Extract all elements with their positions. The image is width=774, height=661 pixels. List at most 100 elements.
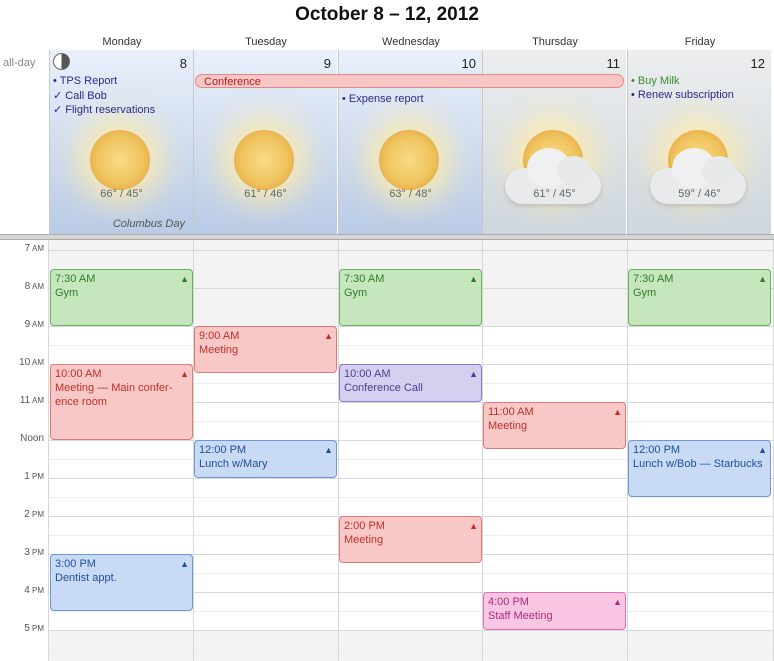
event-time: 2:00 PM: [344, 519, 385, 532]
hour-ampm: PM: [29, 623, 44, 633]
todo-item[interactable]: ✓ Flight reservations: [53, 103, 155, 116]
event-meeting[interactable]: 11:00 AM Meeting ▲: [483, 401, 626, 449]
hour-ampm: PM: [29, 471, 44, 481]
allday-event-conference[interactable]: Conference: [195, 74, 624, 88]
day-name-wednesday: Wednesday: [382, 36, 440, 48]
hour-ampm: PM: [29, 509, 44, 519]
event-time: 3:00 PM: [55, 557, 96, 570]
alarm-bell-icon: ▲: [469, 273, 478, 284]
time-grid[interactable]: 7 AM 8 AM 9 AM 10 AM 11 AM Noon 1 PM 2 PM 3 PM 4 …: [0, 240, 774, 661]
hour-line: [48, 325, 774, 327]
event-gym[interactable]: 7:30 AM Gym ▲: [339, 268, 482, 326]
event-title: Gym: [55, 286, 79, 299]
hour-number: 11: [19, 394, 31, 406]
alarm-bell-icon: ▲: [469, 520, 478, 531]
temperature-label: 59° / 46°: [678, 188, 721, 200]
event-title: Conference Call: [344, 381, 423, 394]
day-name-thursday: Thursday: [532, 36, 578, 48]
event-meeting-main-confer-ence-room[interactable]: 10:00 AM Meeting — Main confer- ence room…: [50, 363, 193, 440]
event-time: 7:30 AM: [344, 272, 385, 285]
todo-item[interactable]: • Renew subscription: [631, 89, 734, 101]
event-meeting[interactable]: 2:00 PM Meeting ▲: [339, 515, 482, 563]
day-cell-monday[interactable]: 8 66° / 45° Columbus Day • TPS Report ✓ Call…: [49, 50, 193, 234]
hour-label: 1 PM: [0, 471, 44, 482]
hour-label: 2 PM: [0, 509, 44, 520]
hour-number: 10: [19, 356, 31, 368]
todo-item[interactable]: • Buy Milk: [631, 75, 679, 87]
hour-ampm: PM: [29, 585, 44, 595]
event-title: Meeting: [344, 533, 384, 546]
sun-icon: [90, 130, 150, 190]
alarm-bell-icon: ▲: [324, 444, 333, 455]
hour-ampm: AM: [30, 395, 44, 405]
hour-label: 3 PM: [0, 547, 44, 558]
sun-icon: [379, 130, 439, 190]
event-title: Meeting: [488, 419, 528, 432]
event-dentist-appt[interactable]: 3:00 PM Dentist appt. ▲: [50, 553, 193, 611]
event-title: Lunch w/Mary: [199, 457, 268, 470]
event-time: 10:00 AM: [344, 367, 391, 380]
alarm-bell-icon: ▲: [180, 368, 189, 379]
temperature-label: 61° / 46°: [244, 188, 287, 200]
temperature-label: 63° / 48°: [389, 188, 432, 200]
event-time: 9:00 AM: [199, 329, 240, 342]
alarm-bell-icon: ▲: [613, 596, 622, 607]
event-conference-call[interactable]: 10:00 AM Conference Call ▲: [339, 363, 482, 402]
day-number: 8: [179, 56, 187, 71]
hour-number: Noon: [20, 432, 44, 444]
todo-item[interactable]: ✓ Call Bob: [53, 89, 107, 102]
event-time: 10:00 AM: [55, 367, 102, 380]
day-number: 9: [323, 56, 331, 71]
hour-label: 8 AM: [0, 281, 44, 292]
temperature-label: 61° / 45°: [533, 188, 576, 200]
event-time: 12:00 PM: [199, 443, 247, 456]
off-hours-evening: [48, 629, 774, 661]
allday-label: all-day: [3, 57, 36, 69]
temperature-label: 66° / 45°: [100, 188, 143, 200]
event-gym[interactable]: 7:30 AM Gym ▲: [50, 268, 193, 326]
hour-label: 5 PM: [0, 623, 44, 634]
event-time: 7:30 AM: [55, 272, 96, 285]
hour-ampm: AM: [30, 281, 44, 291]
event-title: Meeting: [199, 343, 239, 356]
todo-item[interactable]: • TPS Report: [53, 75, 117, 87]
event-time: 4:00 PM: [488, 595, 529, 608]
alarm-bell-icon: ▲: [613, 406, 622, 417]
day-name-monday: Monday: [102, 36, 142, 48]
day-number: 12: [750, 56, 765, 71]
event-lunch-w-mary[interactable]: 12:00 PM Lunch w/Mary ▲: [194, 439, 337, 478]
moon-phase-icon: [53, 53, 70, 70]
event-title: Gym: [633, 286, 657, 299]
event-title: Dentist appt.: [55, 571, 117, 584]
hour-label: Noon: [0, 433, 44, 444]
sun-icon: [234, 130, 294, 190]
hour-label: 11 AM: [0, 395, 44, 406]
hour-line: [48, 629, 774, 631]
event-title: Gym: [344, 286, 368, 299]
event-time: 12:00 PM: [633, 443, 681, 456]
event-staff-meeting[interactable]: 4:00 PM Staff Meeting ▲: [483, 591, 626, 630]
alarm-bell-icon: ▲: [758, 273, 767, 284]
hour-ampm: AM: [30, 243, 44, 253]
event-lunch-w-bob-starbucks[interactable]: 12:00 PM Lunch w/Bob — Starbucks ▲: [628, 439, 771, 497]
alarm-bell-icon: ▲: [180, 558, 189, 569]
holiday-label: Columbus Day: [112, 218, 185, 230]
alarm-bell-icon: ▲: [324, 330, 333, 341]
half-hour-line: [48, 496, 774, 498]
todo-item[interactable]: • Expense report: [342, 93, 424, 105]
event-gym[interactable]: 7:30 AM Gym ▲: [628, 268, 771, 326]
alarm-bell-icon: ▲: [758, 444, 767, 455]
alarm-bell-icon: ▲: [180, 273, 189, 284]
event-title: Meeting — Main confer- ence room: [55, 381, 173, 408]
hour-label: 9 AM: [0, 319, 44, 330]
hour-label: 4 PM: [0, 585, 44, 596]
column-divider: [48, 240, 49, 661]
hour-ampm: AM: [30, 319, 44, 329]
hour-ampm: PM: [29, 547, 44, 557]
day-number: 10: [461, 56, 476, 71]
event-time: 11:00 AM: [488, 405, 534, 418]
event-meeting[interactable]: 9:00 AM Meeting ▲: [194, 325, 337, 373]
day-name-friday: Friday: [684, 36, 716, 48]
day-cell-friday[interactable]: 12 59° / 46° • Buy Milk • Renew subscriptio…: [627, 50, 771, 234]
day-name-tuesday: Tuesday: [245, 36, 287, 48]
